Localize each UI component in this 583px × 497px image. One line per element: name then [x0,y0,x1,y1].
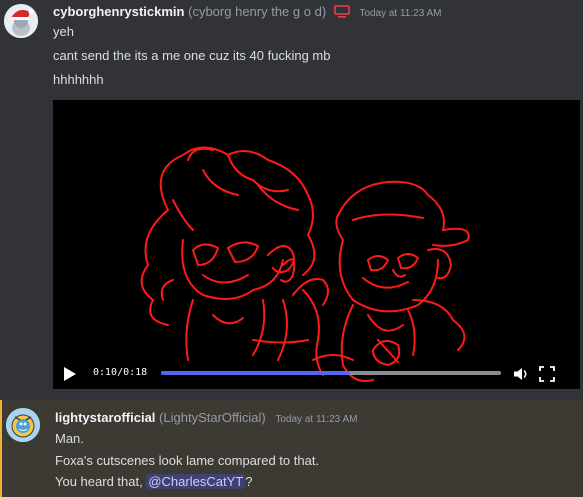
progress-bar[interactable] [161,371,501,375]
video-controls: 0:10/0:18 [53,359,580,389]
message-line: You heard that, @CharlesCatYT? [55,474,252,489]
message-line: Man. [55,431,84,446]
timestamp[interactable]: Today at 11:23 AM [359,8,441,19]
message-text: ? [245,474,253,489]
progress-fill [161,371,351,375]
fullscreen-icon[interactable] [538,365,556,383]
message-2: lightystarofficial (LightyStarOfficial) … [0,400,583,497]
nickname: (LightyStarOfficial) [159,410,266,425]
username[interactable]: cyborghenrystickmin [53,4,185,19]
video-frame [140,146,470,382]
message-header: cyborghenrystickmin (cyborg henry the g … [53,4,442,19]
message-text: You heard that, [55,474,143,489]
timestamp[interactable]: Today at 11:23 AM [275,414,357,425]
play-icon[interactable] [63,366,77,382]
message-1: cyborghenrystickmin (cyborg henry the g … [0,0,583,400]
monitor-icon [333,5,350,18]
current-time: 0:10 [93,367,118,378]
message-line: cant send the its a me one cuz its 40 fu… [53,48,331,63]
user-mention[interactable]: @CharlesCatYT [146,474,246,489]
santa-hat-avatar-icon [4,4,38,38]
username[interactable]: lightystarofficial [55,410,155,425]
message-line: Foxa's cutscenes look lame compared to t… [55,453,320,468]
avatar[interactable] [4,4,38,38]
video-player[interactable]: 0:10/0:18 [53,100,580,389]
nickname: (cyborg henry the g o d) [188,4,327,19]
message-header: lightystarofficial (LightyStarOfficial) … [55,410,357,425]
video-time: 0:10/0:18 [93,367,147,378]
cartoon-character-avatar-icon [6,408,40,442]
duration: 0:18 [123,367,148,378]
volume-icon[interactable] [512,365,530,383]
message-line: hhhhhhh [53,72,104,87]
avatar[interactable] [6,408,40,442]
message-line: yeh [53,24,74,39]
